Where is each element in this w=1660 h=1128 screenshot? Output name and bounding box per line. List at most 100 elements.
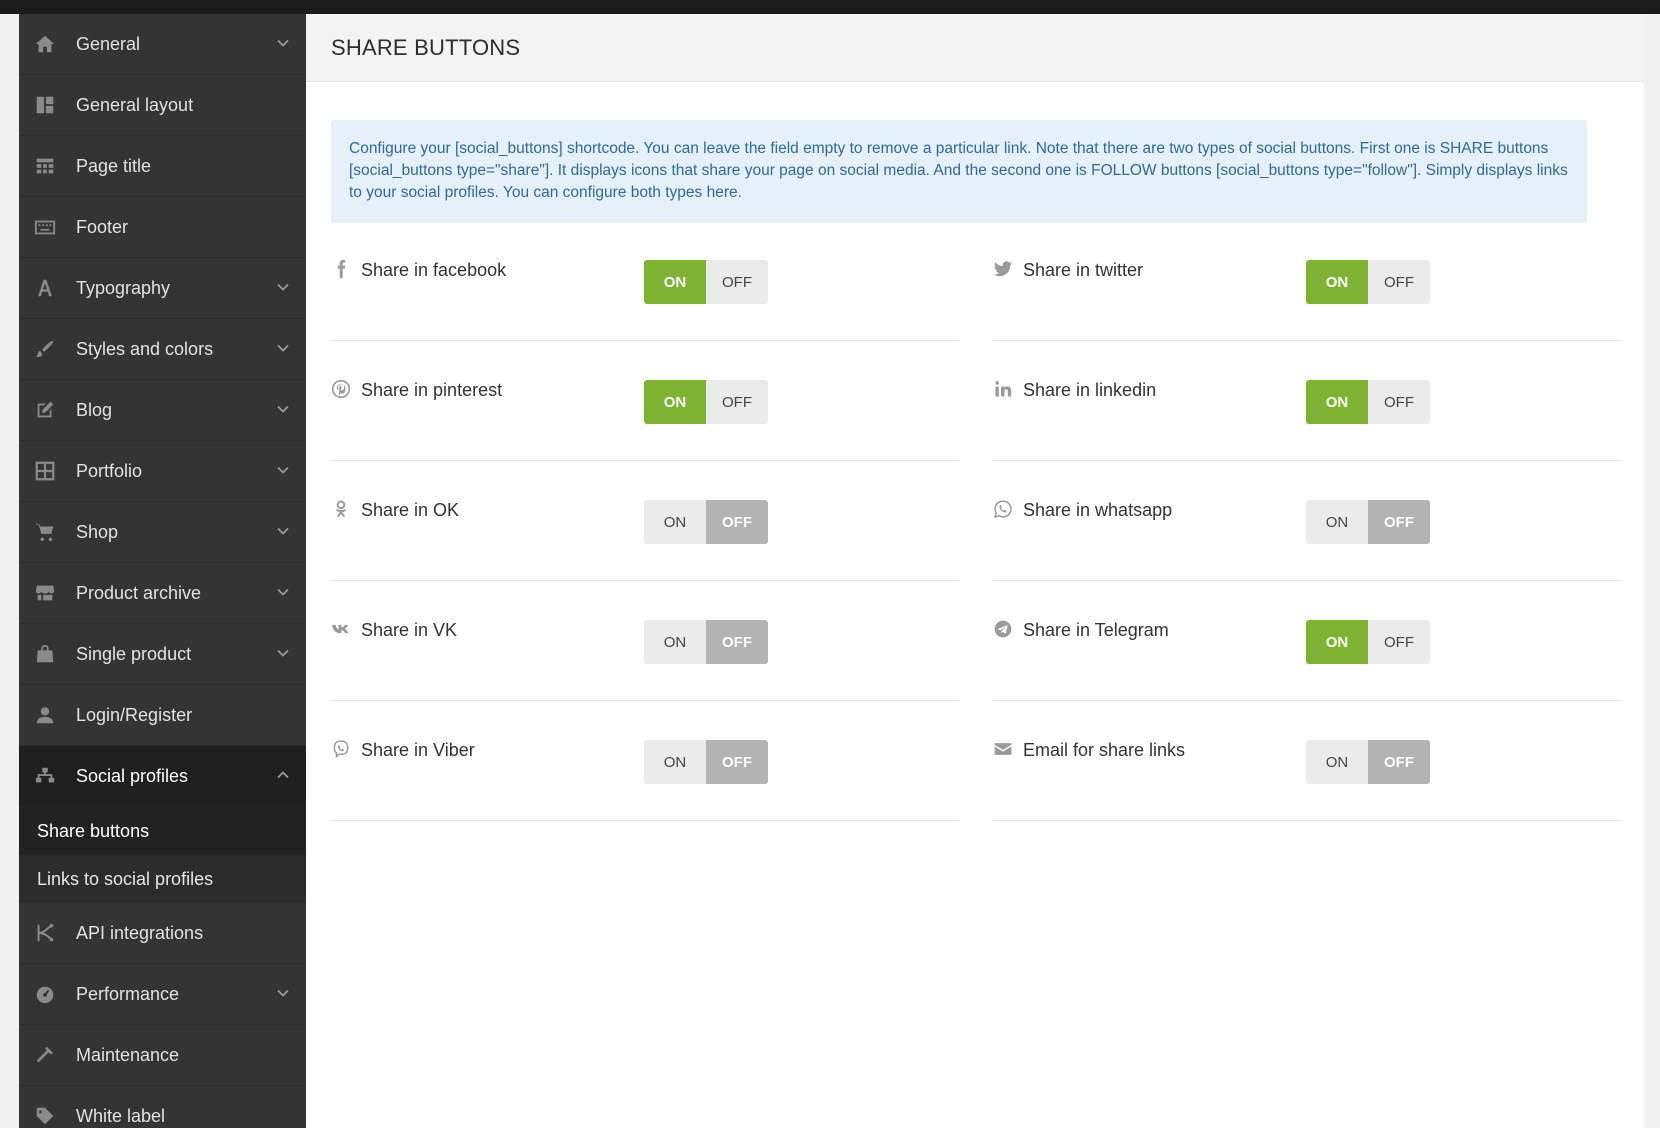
sidebar-item-label: Social profiles xyxy=(76,765,189,786)
sidebar-item-styles-and-colors[interactable]: Styles and colors xyxy=(19,319,306,380)
option-label: Share in facebook xyxy=(361,260,507,280)
chevron-down-icon[interactable] xyxy=(276,986,290,1000)
chevron-down-icon[interactable] xyxy=(276,463,290,477)
sidebar-item-label: Maintenance xyxy=(76,1044,180,1065)
sidebar-item-performance[interactable]: Performance xyxy=(19,964,306,1025)
keyboard-icon xyxy=(32,215,58,239)
sidebar-item-label: API integrations xyxy=(76,922,204,943)
sidebar-item-label: White label xyxy=(76,1105,166,1126)
sidebar-item-white-label[interactable]: White label xyxy=(19,1086,306,1128)
odnoklassniki-icon xyxy=(331,498,351,520)
toggle-off-button[interactable]: OFF xyxy=(1368,380,1430,424)
toggle-on-button[interactable]: ON xyxy=(1306,620,1368,664)
toggle-on-button[interactable]: ON xyxy=(1306,380,1368,424)
toggle-off-button[interactable]: OFF xyxy=(1368,620,1430,664)
option-share-in-twitter: Share in twitter ON OFF xyxy=(993,226,1621,341)
toggle-off-button[interactable]: OFF xyxy=(706,500,768,544)
sidebar-item-single-product[interactable]: Single product xyxy=(19,624,306,685)
toggle-switch[interactable]: ON OFF xyxy=(644,500,768,544)
option-label: Share in pinterest xyxy=(361,380,503,400)
chevron-down-icon[interactable] xyxy=(276,585,290,599)
toggle-on-button[interactable]: ON xyxy=(644,740,706,784)
home-icon xyxy=(32,32,58,56)
sidebar-item-api-integrations[interactable]: API integrations xyxy=(19,903,306,964)
sidebar-item-general-layout[interactable]: General layout xyxy=(19,75,306,136)
toggle-switch[interactable]: ON OFF xyxy=(1306,620,1430,664)
toggle-on-button[interactable]: ON xyxy=(644,380,706,424)
sidebar-item-shop[interactable]: Shop xyxy=(19,502,306,563)
toggle-switch[interactable]: ON OFF xyxy=(1306,380,1430,424)
option-label: Share in twitter xyxy=(1023,260,1144,280)
sidebar-item-blog[interactable]: Blog xyxy=(19,380,306,441)
option-share-in-ok: Share in OK ON OFF xyxy=(331,466,959,581)
sidebar-item-footer[interactable]: Footer xyxy=(19,197,306,258)
chevron-down-icon[interactable] xyxy=(276,402,290,416)
sidebar-item-maintenance[interactable]: Maintenance xyxy=(19,1025,306,1086)
toggle-switch[interactable]: ON OFF xyxy=(644,260,768,304)
sidebar-item-label: Login/Register xyxy=(76,704,193,725)
grid-icon xyxy=(32,154,58,178)
cart-icon xyxy=(32,520,58,544)
sidebar-item-label: Product archive xyxy=(76,582,202,603)
sidebar-subitem-links-to-social-profiles[interactable]: Links to social profiles xyxy=(19,855,306,903)
toggle-off-button[interactable]: OFF xyxy=(1368,740,1430,784)
sidebar-item-product-archive[interactable]: Product archive xyxy=(19,563,306,624)
sidebar-item-label: Blog xyxy=(76,399,113,420)
option-share-in-telegram: Share in Telegram ON OFF xyxy=(993,586,1621,701)
option-label: Share in Viber xyxy=(361,740,475,760)
toggle-on-button[interactable]: ON xyxy=(1306,740,1368,784)
chevron-down-icon[interactable] xyxy=(276,341,290,355)
option-label: Share in OK xyxy=(361,500,460,520)
sidebar-item-typography[interactable]: Typography xyxy=(19,258,306,319)
sidebar-item-label: Footer xyxy=(76,216,129,237)
facebook-icon xyxy=(331,258,351,280)
sidebar-item-general[interactable]: General xyxy=(19,14,306,75)
sidebar-item-label: Single product xyxy=(76,643,192,664)
chevron-down-icon[interactable] xyxy=(276,280,290,294)
toggle-switch[interactable]: ON OFF xyxy=(644,380,768,424)
sidebar-subitem-share-buttons[interactable]: Share buttons xyxy=(19,807,306,855)
linkedin-icon xyxy=(993,378,1013,400)
toggle-switch[interactable]: ON OFF xyxy=(1306,740,1430,784)
sidebar-item-social-profiles[interactable]: Social profiles xyxy=(19,746,306,807)
toggle-on-button[interactable]: ON xyxy=(1306,500,1368,544)
top-bar xyxy=(0,0,1660,14)
toggle-off-button[interactable]: OFF xyxy=(706,740,768,784)
toggle-off-button[interactable]: OFF xyxy=(1368,500,1430,544)
option-label: Share in Telegram xyxy=(1023,620,1169,640)
sidebar-item-label: Performance xyxy=(76,983,180,1004)
option-label: Share in VK xyxy=(361,620,458,640)
sidebar-item-label: Styles and colors xyxy=(76,338,214,359)
chevron-down-icon[interactable] xyxy=(276,36,290,50)
pinterest-icon xyxy=(331,378,351,400)
toggle-switch[interactable]: ON OFF xyxy=(1306,260,1430,304)
sidebar-item-portfolio[interactable]: Portfolio xyxy=(19,441,306,502)
chevron-down-icon[interactable] xyxy=(276,646,290,660)
bag-icon xyxy=(32,642,58,666)
toggle-switch[interactable]: ON OFF xyxy=(644,620,768,664)
sidebar-item-login-register[interactable]: Login/Register xyxy=(19,685,306,746)
chevron-down-icon[interactable] xyxy=(276,524,290,538)
sidebar-item-label: Shop xyxy=(76,521,119,542)
toggle-off-button[interactable]: OFF xyxy=(706,260,768,304)
option-share-in-vk: Share in VK ON OFF xyxy=(331,586,959,701)
sidebar-item-page-title[interactable]: Page title xyxy=(19,136,306,197)
toggle-switch[interactable]: ON OFF xyxy=(644,740,768,784)
font-icon xyxy=(32,276,58,300)
toggle-off-button[interactable]: OFF xyxy=(706,620,768,664)
toggle-switch[interactable]: ON OFF xyxy=(1306,500,1430,544)
page-title: SHARE BUTTONS xyxy=(331,34,521,60)
viber-icon xyxy=(331,738,351,760)
chevron-up-icon[interactable] xyxy=(276,768,290,782)
option-share-in-facebook: Share in facebook ON OFF xyxy=(331,226,959,341)
sidebar: General General layout Page title Footer Typ… xyxy=(19,14,306,1128)
user-icon xyxy=(32,703,58,727)
option-label: Email for share links xyxy=(1023,740,1186,760)
toggle-on-button[interactable]: ON xyxy=(644,620,706,664)
toggle-on-button[interactable]: ON xyxy=(644,500,706,544)
tag-icon xyxy=(32,1104,58,1128)
toggle-off-button[interactable]: OFF xyxy=(1368,260,1430,304)
toggle-off-button[interactable]: OFF xyxy=(706,380,768,424)
toggle-on-button[interactable]: ON xyxy=(1306,260,1368,304)
toggle-on-button[interactable]: ON xyxy=(644,260,706,304)
